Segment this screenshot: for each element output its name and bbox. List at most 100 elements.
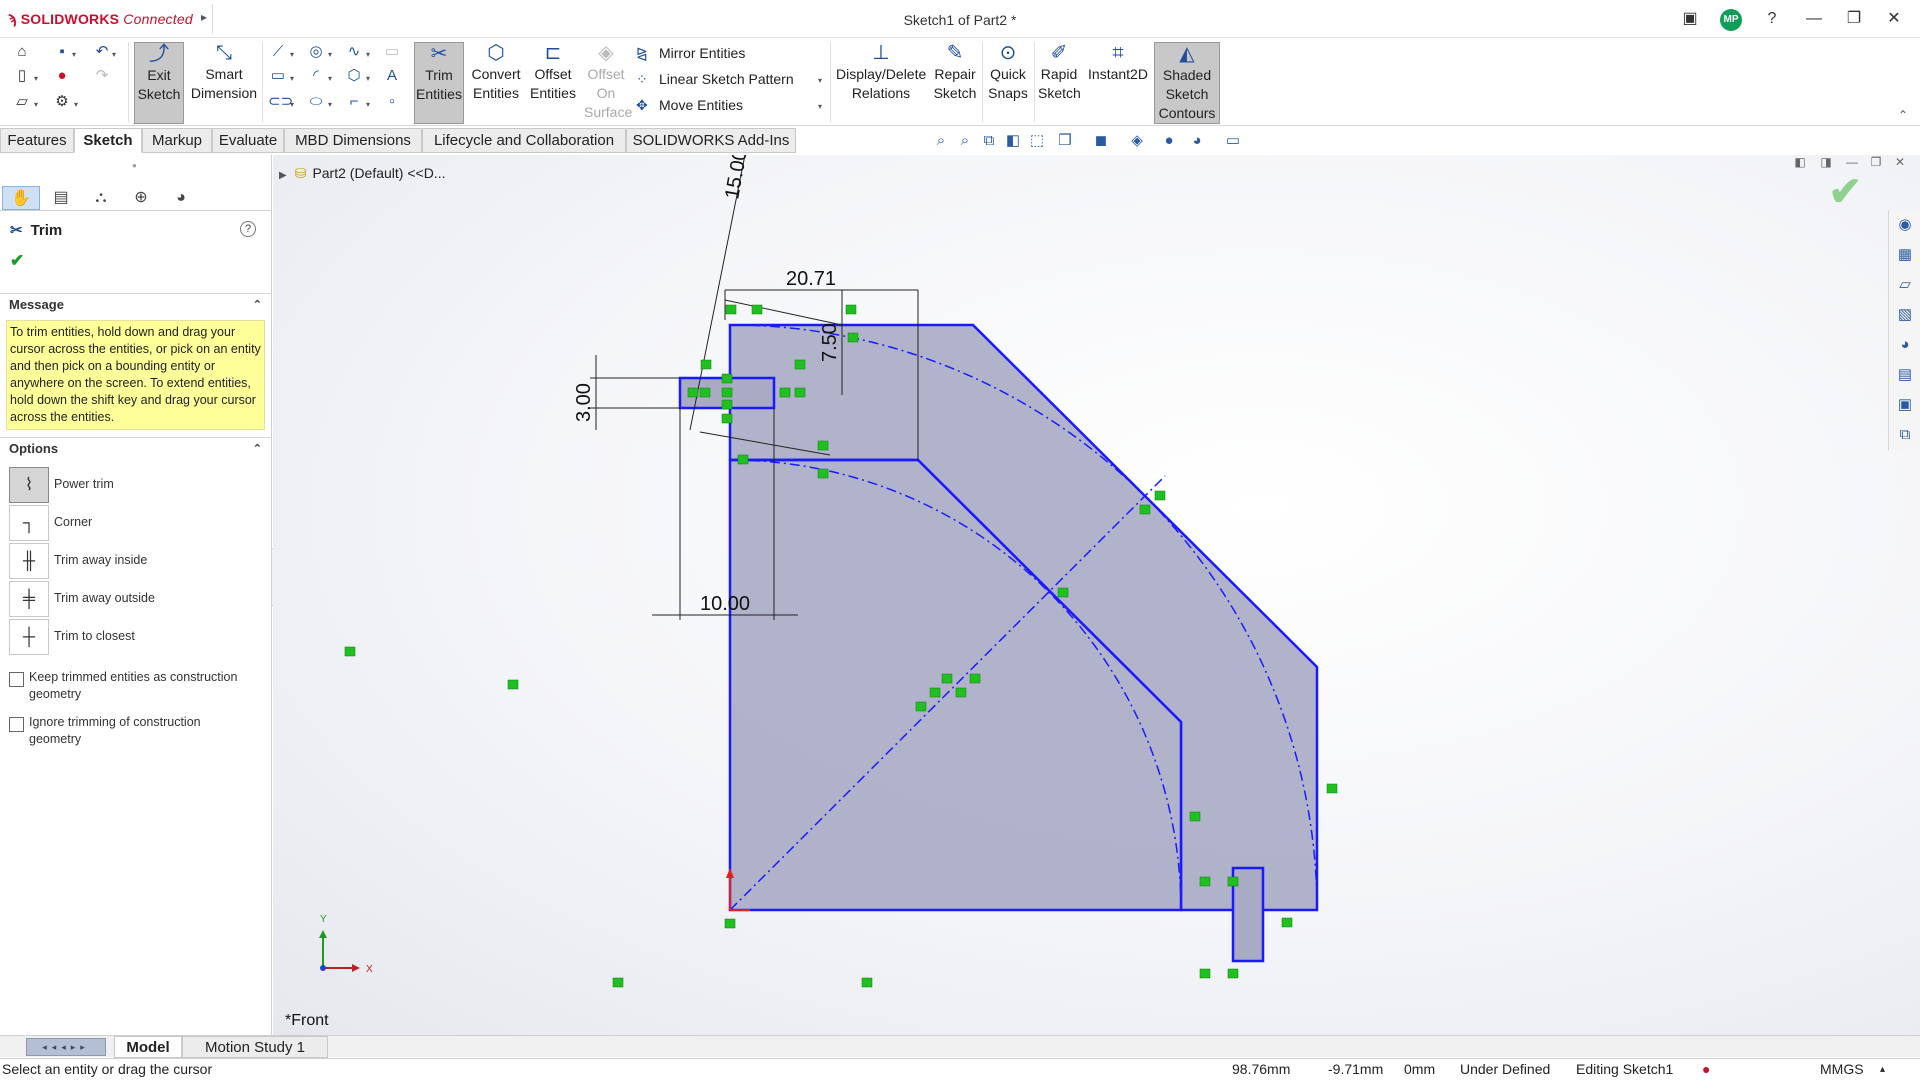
relation-marker[interactable]: [751, 304, 763, 315]
relation-marker[interactable]: [721, 413, 733, 424]
relation-marker[interactable]: [721, 387, 733, 398]
tab-mbd-dimensions[interactable]: MBD Dimensions: [284, 128, 422, 153]
tab-sketch[interactable]: Sketch: [74, 128, 142, 153]
relation-marker[interactable]: [700, 359, 712, 370]
exit-sketch-button[interactable]: ⤴ Exit Sketch: [134, 42, 184, 124]
command-search-icon[interactable]: ▣: [1678, 8, 1702, 30]
convert-entities-button[interactable]: ⬡ Convert Entities: [470, 42, 522, 124]
display-delete-relations-button[interactable]: ⊥ Display/Delete Relations: [836, 42, 926, 124]
menu-expand-icon[interactable]: ▸: [201, 10, 207, 24]
close-button[interactable]: ✕: [1882, 8, 1906, 30]
relation-marker[interactable]: [779, 387, 791, 398]
fillet-icon[interactable]: ⌐: [344, 92, 364, 112]
instant2d-button[interactable]: ⌗ Instant2D: [1086, 42, 1150, 124]
help-icon[interactable]: ?: [1760, 8, 1784, 30]
relation-marker[interactable]: [687, 387, 699, 398]
ok-checkmark-icon[interactable]: ✔: [10, 251, 24, 271]
save-icon[interactable]: ▪: [52, 42, 72, 62]
circle-icon[interactable]: ◎: [306, 42, 326, 62]
options-section-header[interactable]: Options ⌃: [0, 437, 272, 459]
display-style-icon[interactable]: ◼: [1090, 130, 1112, 152]
relation-marker[interactable]: [1189, 811, 1201, 822]
relation-marker[interactable]: [612, 977, 624, 988]
option-trim-to-closest[interactable]: ┼ Trim to closest: [9, 619, 269, 655]
options-gear-icon[interactable]: ⚙: [52, 92, 72, 112]
file-explorer-icon[interactable]: ▱: [1894, 274, 1916, 296]
message-section-header[interactable]: Message ⌃: [0, 293, 272, 315]
tab-evaluate[interactable]: Evaluate: [212, 128, 284, 153]
relation-marker[interactable]: [699, 387, 711, 398]
checkbox-box[interactable]: [9, 672, 24, 687]
custom-properties-icon[interactable]: ▤: [1894, 364, 1916, 386]
option-trim-away-inside[interactable]: ╫ Trim away inside: [9, 543, 269, 579]
zoom-to-area-icon[interactable]: ⌕: [954, 130, 976, 152]
pattern-dropdown-icon[interactable]: ▾: [818, 76, 822, 85]
trim-entities-button[interactable]: ✂ Trim Entities: [414, 42, 464, 124]
fillet-dropdown-icon[interactable]: ▾: [366, 100, 370, 109]
open-dropdown-icon[interactable]: ▾: [34, 100, 38, 109]
relation-marker[interactable]: [725, 304, 737, 315]
ellipse-dropdown-icon[interactable]: ▾: [328, 100, 332, 109]
user-avatar[interactable]: MP: [1720, 9, 1742, 31]
tab-scroll-buttons[interactable]: ◂◂◂▸▸: [26, 1038, 106, 1056]
tab-model[interactable]: Model: [114, 1036, 182, 1058]
appearances-icon[interactable]: ◕: [1894, 334, 1916, 356]
relation-marker[interactable]: [861, 977, 873, 988]
solidworks-resources-icon[interactable]: ◉: [1894, 214, 1916, 236]
tab-motion-study-1[interactable]: Motion Study 1: [182, 1036, 328, 1058]
units-dropdown-icon[interactable]: ▴: [1880, 1059, 1885, 1080]
status-units[interactable]: MMGS: [1820, 1059, 1864, 1080]
repair-sketch-button[interactable]: ✎ Repair Sketch: [932, 42, 978, 124]
rebuild-status-icon[interactable]: ●: [1702, 1059, 1710, 1080]
spline-icon[interactable]: ∿: [344, 42, 364, 62]
relation-marker[interactable]: [1154, 490, 1166, 501]
relation-marker[interactable]: [794, 359, 806, 370]
dimxpert-tab-icon[interactable]: ⊕: [122, 186, 160, 210]
tab-lifecycle[interactable]: Lifecycle and Collaboration: [422, 128, 626, 153]
previous-view-icon[interactable]: ⧉: [978, 130, 1000, 152]
view-orientation-icon[interactable]: ❒: [1054, 130, 1076, 152]
restore-button[interactable]: ❐: [1842, 8, 1866, 30]
rapid-sketch-button[interactable]: ✐ Rapid Sketch: [1038, 42, 1081, 124]
relation-marker[interactable]: [737, 454, 749, 465]
linear-sketch-pattern-button[interactable]: ⁘ Linear Sketch Pattern: [636, 68, 794, 90]
tab-addins[interactable]: SOLIDWORKS Add-Ins: [626, 128, 796, 153]
polygon-icon[interactable]: ⬡: [344, 66, 364, 86]
dynamic-annotation-icon[interactable]: ⬚: [1026, 130, 1048, 152]
slot-dropdown-icon[interactable]: ▾: [290, 100, 294, 109]
apply-scene-icon[interactable]: ◕: [1186, 130, 1208, 152]
sketch-canvas[interactable]: 20.71 7.50 3.00 10.00 15.00 Y X: [273, 155, 1920, 1035]
relation-marker[interactable]: [847, 332, 859, 343]
relation-marker[interactable]: [955, 687, 967, 698]
new-dropdown-icon[interactable]: ▾: [34, 74, 38, 83]
line-dropdown-icon[interactable]: ▾: [290, 50, 294, 59]
tab-markup[interactable]: Markup: [142, 128, 212, 153]
property-manager-tab-icon[interactable]: ▤: [42, 186, 80, 210]
shaded-sketch-contours-button[interactable]: ◭ Shaded Sketch Contours: [1154, 42, 1220, 124]
relation-marker[interactable]: [1199, 968, 1211, 979]
panel-grip-icon[interactable]: ●: [132, 161, 137, 170]
undo-icon[interactable]: ↶: [92, 42, 112, 62]
relation-marker[interactable]: [817, 468, 829, 479]
relation-marker[interactable]: [1326, 783, 1338, 794]
relation-marker[interactable]: [724, 918, 736, 929]
smart-dimension-button[interactable]: ⤡ Smart Dimension: [190, 42, 258, 124]
relation-marker[interactable]: [1281, 917, 1293, 928]
point-icon[interactable]: ▫: [382, 92, 402, 112]
quick-snaps-button[interactable]: ⊙ Quick Snaps: [986, 42, 1030, 124]
edit-appearance-icon[interactable]: ●: [1158, 130, 1180, 152]
zoom-to-fit-icon[interactable]: ⌕: [930, 130, 952, 152]
relation-marker[interactable]: [507, 679, 519, 690]
options-dropdown-icon[interactable]: ▾: [74, 100, 78, 109]
open-icon[interactable]: ▱: [12, 92, 32, 112]
relation-marker[interactable]: [845, 304, 857, 315]
move-dropdown-icon[interactable]: ▾: [818, 102, 822, 111]
view-palette-icon[interactable]: ▧: [1894, 304, 1916, 326]
relation-marker[interactable]: [1139, 504, 1151, 515]
feature-manager-tab-icon[interactable]: ✋: [2, 186, 40, 210]
relation-marker[interactable]: [941, 673, 953, 684]
hide-show-items-icon[interactable]: ◈: [1126, 130, 1148, 152]
relation-marker[interactable]: [721, 399, 733, 410]
section-view-icon[interactable]: ◧: [1002, 130, 1024, 152]
dimension-10-00[interactable]: 10.00: [700, 593, 750, 615]
